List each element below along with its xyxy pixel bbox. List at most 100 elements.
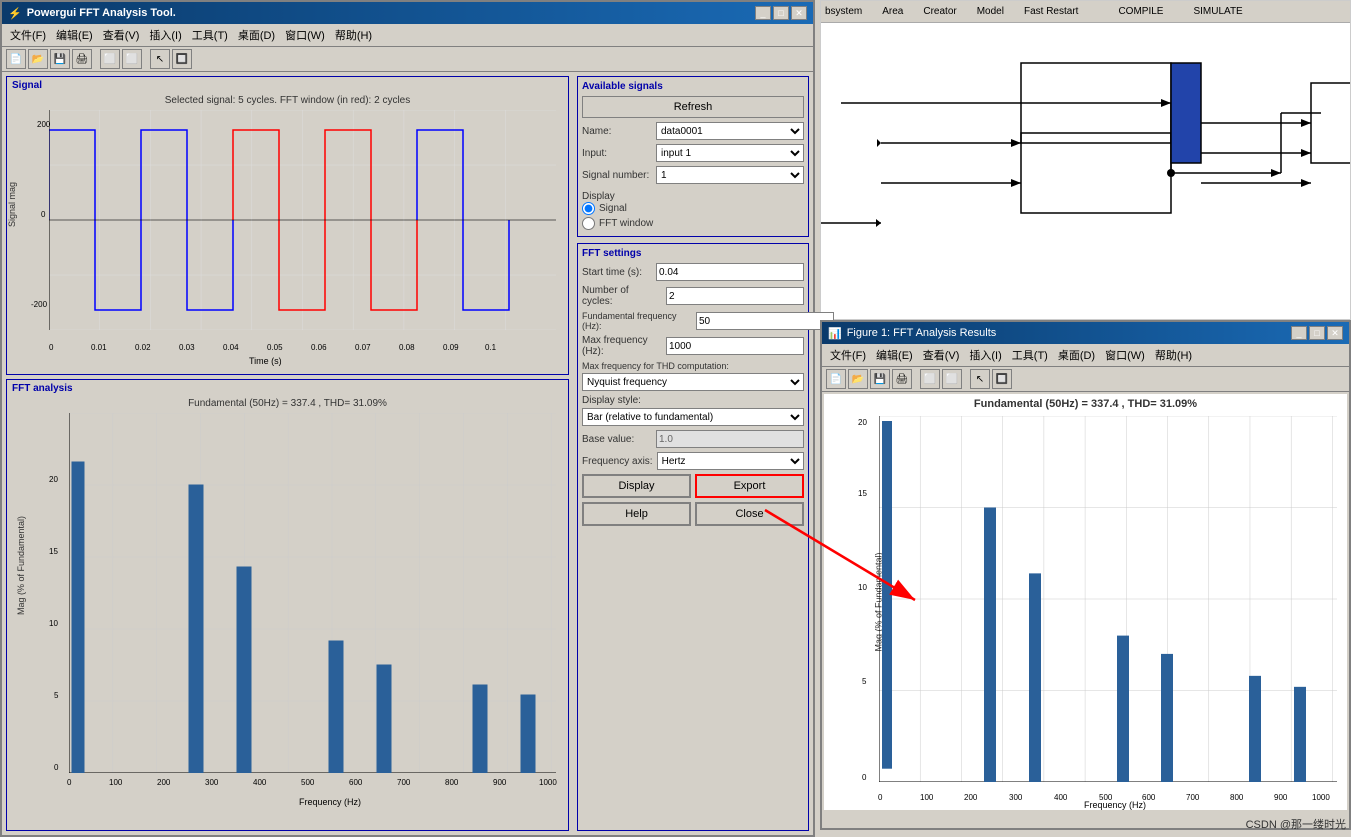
base-value-label: Base value: bbox=[582, 434, 652, 445]
fund-freq-input[interactable] bbox=[696, 312, 834, 330]
toolbar: 📄 📂 💾 🖨 ⬜ ⬜ ↖ 🔲 bbox=[2, 47, 813, 72]
signal-number-select[interactable]: 1 bbox=[656, 166, 804, 184]
fft-y-20: 20 bbox=[49, 475, 58, 484]
fund-freq-label: Fundamental frequency (Hz): bbox=[582, 311, 692, 331]
signal-number-row: Signal number: 1 bbox=[582, 166, 804, 184]
max-freq-thd-select[interactable]: Nyquist frequency bbox=[582, 373, 804, 391]
fund-freq-row: Fundamental frequency (Hz): bbox=[582, 311, 804, 331]
figure-chart-svg bbox=[879, 416, 1337, 782]
figure-title: Figure 1: FFT Analysis Results bbox=[847, 327, 997, 339]
x-tick-009: 0.09 bbox=[443, 343, 459, 352]
toolbar-print[interactable]: 🖨 bbox=[72, 49, 92, 69]
figure-toolbar: 📄 📂 💾 🖨 ⬜ ⬜ ↖ 🔲 bbox=[822, 367, 1349, 392]
name-select[interactable]: data0001 bbox=[656, 122, 804, 140]
fig-save[interactable]: 💾 bbox=[870, 369, 890, 389]
fig-new[interactable]: 📄 bbox=[826, 369, 846, 389]
minimize-button[interactable]: _ bbox=[755, 6, 771, 20]
fig-minimize[interactable]: _ bbox=[1291, 326, 1307, 340]
fig-close[interactable]: ✕ bbox=[1327, 326, 1343, 340]
menu-window[interactable]: 窗口(W) bbox=[281, 26, 329, 44]
max-freq-input[interactable] bbox=[666, 337, 804, 355]
fig-menu-insert[interactable]: 插入(I) bbox=[965, 346, 1005, 364]
num-cycles-input[interactable] bbox=[666, 287, 804, 305]
maximize-button[interactable]: □ bbox=[773, 6, 789, 20]
export-button[interactable]: Export bbox=[695, 474, 804, 498]
fft-x-400: 400 bbox=[253, 778, 266, 787]
simulink-label-creator: Creator bbox=[923, 6, 956, 17]
signal-chart: Selected signal: 5 cycles. FFT window (i… bbox=[9, 92, 566, 372]
signal-section-title: Signal bbox=[9, 79, 566, 92]
fig-x-0: 0 bbox=[878, 793, 882, 802]
fig-menu-desktop[interactable]: 桌面(D) bbox=[1054, 346, 1099, 364]
fig-x-100: 100 bbox=[920, 793, 933, 802]
close-button[interactable]: Close bbox=[695, 502, 804, 526]
fft-x-600: 600 bbox=[349, 778, 362, 787]
max-freq-thd-container: Max frequency for THD computation: Nyqui… bbox=[582, 361, 804, 391]
fig-x-300: 300 bbox=[1009, 793, 1022, 802]
display-style-select[interactable]: Bar (relative to fundamental) bbox=[582, 408, 804, 426]
fig-copy[interactable]: ⬜ bbox=[920, 369, 940, 389]
menu-help[interactable]: 帮助(H) bbox=[331, 26, 376, 44]
menu-desktop[interactable]: 桌面(D) bbox=[234, 26, 279, 44]
fig-x-400: 400 bbox=[1054, 793, 1067, 802]
help-close-row: Help Close bbox=[582, 502, 804, 526]
toolbar-zoom[interactable]: 🔲 bbox=[172, 49, 192, 69]
fft-y-0: 0 bbox=[54, 763, 58, 772]
fig-menu-file[interactable]: 文件(F) bbox=[826, 346, 870, 364]
fig-menu-help[interactable]: 帮助(H) bbox=[1151, 346, 1196, 364]
figure-title-bar: 📊 Figure 1: FFT Analysis Results _ □ ✕ bbox=[822, 322, 1349, 344]
x-tick-001: 0.01 bbox=[91, 343, 107, 352]
help-button[interactable]: Help bbox=[582, 502, 691, 526]
fig-print[interactable]: 🖨 bbox=[892, 369, 912, 389]
menu-insert[interactable]: 插入(I) bbox=[145, 26, 185, 44]
fig-menu-view[interactable]: 查看(V) bbox=[919, 346, 964, 364]
fig-x-800: 800 bbox=[1230, 793, 1243, 802]
freq-axis-select[interactable]: Hertz bbox=[657, 452, 804, 470]
fft-x-700: 700 bbox=[397, 778, 410, 787]
fig-y-0: 0 bbox=[862, 773, 866, 782]
display-button[interactable]: Display bbox=[582, 474, 691, 498]
fig-y-5: 5 bbox=[862, 677, 866, 686]
fig-zoom[interactable]: 🔲 bbox=[992, 369, 1012, 389]
menu-tools[interactable]: 工具(T) bbox=[188, 26, 232, 44]
toolbar-copy[interactable]: ⬜ bbox=[100, 49, 120, 69]
base-value-input[interactable] bbox=[656, 430, 804, 448]
fig-y-15: 15 bbox=[858, 489, 867, 498]
radio-signal-row: Signal bbox=[582, 202, 804, 215]
input-label: Input: bbox=[582, 148, 652, 159]
name-label: Name: bbox=[582, 126, 652, 137]
num-cycles-label: Number of cycles: bbox=[582, 285, 662, 307]
fft-chart-title: Fundamental (50Hz) = 337.4 , THD= 31.09% bbox=[9, 398, 566, 409]
fig-pointer[interactable]: ↖ bbox=[970, 369, 990, 389]
fig-open[interactable]: 📂 bbox=[848, 369, 868, 389]
fig-paste[interactable]: ⬜ bbox=[942, 369, 962, 389]
radio-fft[interactable] bbox=[582, 217, 595, 230]
y-tick-200: 200 bbox=[37, 120, 50, 129]
title-bar-controls[interactable]: _ □ ✕ bbox=[755, 6, 807, 20]
fig-menu-window[interactable]: 窗口(W) bbox=[1101, 346, 1149, 364]
fft-x-300: 300 bbox=[205, 778, 218, 787]
available-signals-title: Available signals bbox=[582, 81, 804, 92]
toolbar-open[interactable]: 📂 bbox=[28, 49, 48, 69]
simulink-label-area: Area bbox=[882, 6, 903, 17]
toolbar-new[interactable]: 📄 bbox=[6, 49, 26, 69]
figure-controls[interactable]: _ □ ✕ bbox=[1291, 326, 1343, 340]
menu-edit[interactable]: 编辑(E) bbox=[52, 26, 97, 44]
toolbar-pointer[interactable]: ↖ bbox=[150, 49, 170, 69]
fig-restore[interactable]: □ bbox=[1309, 326, 1325, 340]
fft-y-5: 5 bbox=[54, 691, 58, 700]
toolbar-paste[interactable]: ⬜ bbox=[122, 49, 142, 69]
radio-signal[interactable] bbox=[582, 202, 595, 215]
refresh-button[interactable]: Refresh bbox=[582, 96, 804, 118]
fig-menu-edit[interactable]: 编辑(E) bbox=[872, 346, 917, 364]
close-button[interactable]: ✕ bbox=[791, 6, 807, 20]
menu-view[interactable]: 查看(V) bbox=[99, 26, 144, 44]
toolbar-save[interactable]: 💾 bbox=[50, 49, 70, 69]
input-select[interactable]: input 1 bbox=[656, 144, 804, 162]
start-time-input[interactable] bbox=[656, 263, 804, 281]
menu-file[interactable]: 文件(F) bbox=[6, 26, 50, 44]
signal-svg bbox=[49, 110, 556, 330]
left-panel: Signal Selected signal: 5 cycles. FFT wi… bbox=[2, 72, 573, 835]
fig-menu-tools[interactable]: 工具(T) bbox=[1008, 346, 1052, 364]
max-freq-thd-label: Max frequency for THD computation: bbox=[582, 361, 804, 371]
